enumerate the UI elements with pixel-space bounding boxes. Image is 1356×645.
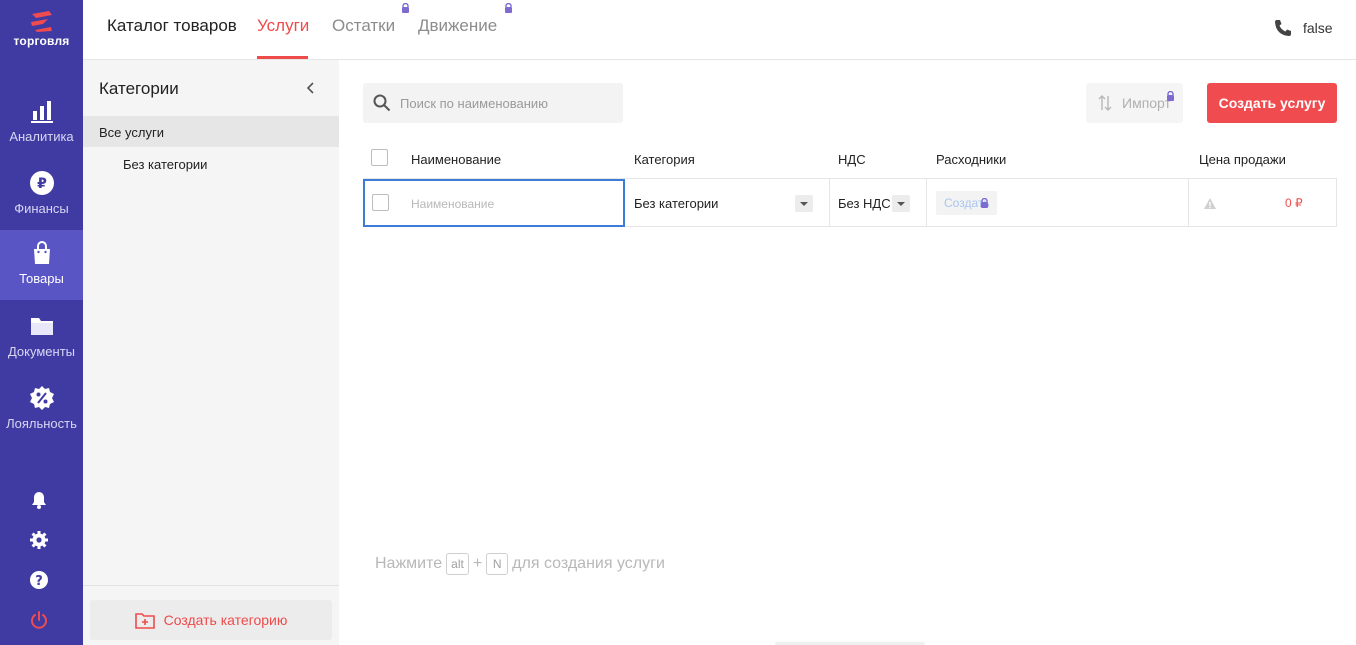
column-header-vat[interactable]: НДС [838, 152, 866, 167]
search-box [363, 83, 623, 123]
nav-loyalty[interactable]: Лояльность [0, 375, 83, 445]
vat-dropdown-icon[interactable] [892, 195, 910, 212]
hint-key-alt: alt [446, 553, 469, 575]
folder-icon [30, 318, 53, 335]
categories-title: Категории [99, 79, 179, 98]
search-icon [373, 94, 391, 112]
category-select-value[interactable]: Без категории [634, 196, 718, 211]
phone-number[interactable]: false [1303, 20, 1333, 36]
keyboard-hint: Нажмите alt + N для создания услуги [375, 553, 665, 575]
svg-text:₽: ₽ [37, 176, 47, 192]
phone-icon[interactable] [1273, 18, 1293, 38]
hint-plus: + [472, 555, 483, 572]
name-input[interactable] [411, 194, 611, 214]
hint-key-n: N [486, 553, 509, 575]
column-divider [926, 179, 927, 227]
column-header-consumables[interactable]: Расходники [936, 152, 1006, 167]
select-all-checkbox[interactable] [371, 149, 388, 166]
nav-loyalty-label: Лояльность [6, 416, 77, 431]
name-cell [363, 179, 625, 227]
sale-price-value[interactable]: 0 ₽ [1285, 196, 1303, 210]
hint-suffix: для создания услуги [512, 555, 665, 572]
brand-name: торговля [13, 34, 70, 48]
top-bar: Каталог товаров Услуги Остатки Движение … [83, 0, 1356, 60]
hint-prefix: Нажмите [375, 555, 443, 572]
column-divider [829, 179, 830, 227]
search-input[interactable] [400, 83, 615, 123]
nav-documents[interactable]: Документы [0, 303, 83, 373]
categories-footer: Создать категорию [83, 585, 339, 645]
brand-mark-icon [30, 11, 52, 32]
lock-icon [1167, 91, 1174, 101]
category-uncategorized[interactable]: Без категории [123, 157, 207, 172]
table-row: Без категории Без НДС Создать 0 ₽ [363, 178, 1337, 227]
row-checkbox[interactable] [372, 194, 389, 211]
tab-catalog[interactable]: Каталог товаров [107, 16, 237, 36]
import-label: Импорт [1122, 95, 1171, 111]
column-header-category[interactable]: Категория [634, 152, 695, 167]
create-service-button[interactable]: Создать услугу [1207, 83, 1337, 123]
column-header-name[interactable]: Наименование [411, 152, 501, 167]
create-category-button[interactable]: Создать категорию [90, 600, 332, 640]
percent-badge-icon [29, 386, 54, 410]
nav-goods[interactable]: Товары [0, 230, 83, 300]
import-button[interactable]: Импорт [1086, 83, 1183, 123]
nav-analytics-label: Аналитика [9, 129, 74, 144]
column-divider [1188, 179, 1189, 227]
warning-icon [1204, 198, 1216, 209]
ruble-icon: ₽ [29, 171, 54, 195]
tab-services[interactable]: Услуги [257, 16, 309, 36]
vat-select-value[interactable]: Без НДС [838, 196, 891, 211]
shopping-bag-icon [33, 241, 50, 264]
create-consumables-button[interactable]: Создать [936, 191, 997, 215]
nav-documents-label: Документы [7, 344, 75, 359]
nav-finance[interactable]: ₽ Финансы [0, 160, 83, 230]
create-category-label: Создать категорию [163, 612, 288, 628]
left-rail: торговля Аналитика ₽ Финансы Товары Доку… [0, 0, 83, 645]
tab-stock[interactable]: Остатки [332, 16, 395, 36]
category-dropdown-icon[interactable] [795, 195, 813, 212]
chevron-left-icon[interactable] [303, 80, 319, 96]
app-root: торговля Аналитика ₽ Финансы Товары Доку… [0, 0, 1356, 645]
bell-icon[interactable] [29, 490, 49, 510]
column-header-price[interactable]: Цена продажи [1199, 152, 1286, 167]
gear-icon[interactable] [29, 530, 49, 550]
lock-icon [402, 3, 409, 13]
lock-icon [505, 3, 512, 13]
main-content: Импорт Создать услугу Наименование Катег… [339, 60, 1356, 645]
brand-logo[interactable]: торговля [0, 10, 83, 48]
active-tab-indicator [257, 56, 308, 59]
help-icon[interactable]: ? [29, 570, 49, 590]
lock-icon [981, 198, 988, 208]
category-all-services[interactable]: Все услуги [83, 116, 339, 147]
nav-analytics[interactable]: Аналитика [0, 88, 83, 158]
categories-panel: Категории Все услуги Без категории Созда… [83, 60, 339, 645]
sort-arrows-icon [1098, 95, 1112, 111]
tab-movement[interactable]: Движение [418, 16, 497, 36]
nav-goods-label: Товары [19, 271, 64, 286]
nav-finance-label: Финансы [14, 201, 69, 216]
bar-chart-icon [30, 101, 53, 123]
svg-text:?: ? [35, 574, 43, 589]
folder-plus-icon [134, 612, 155, 629]
power-icon[interactable] [29, 610, 49, 630]
